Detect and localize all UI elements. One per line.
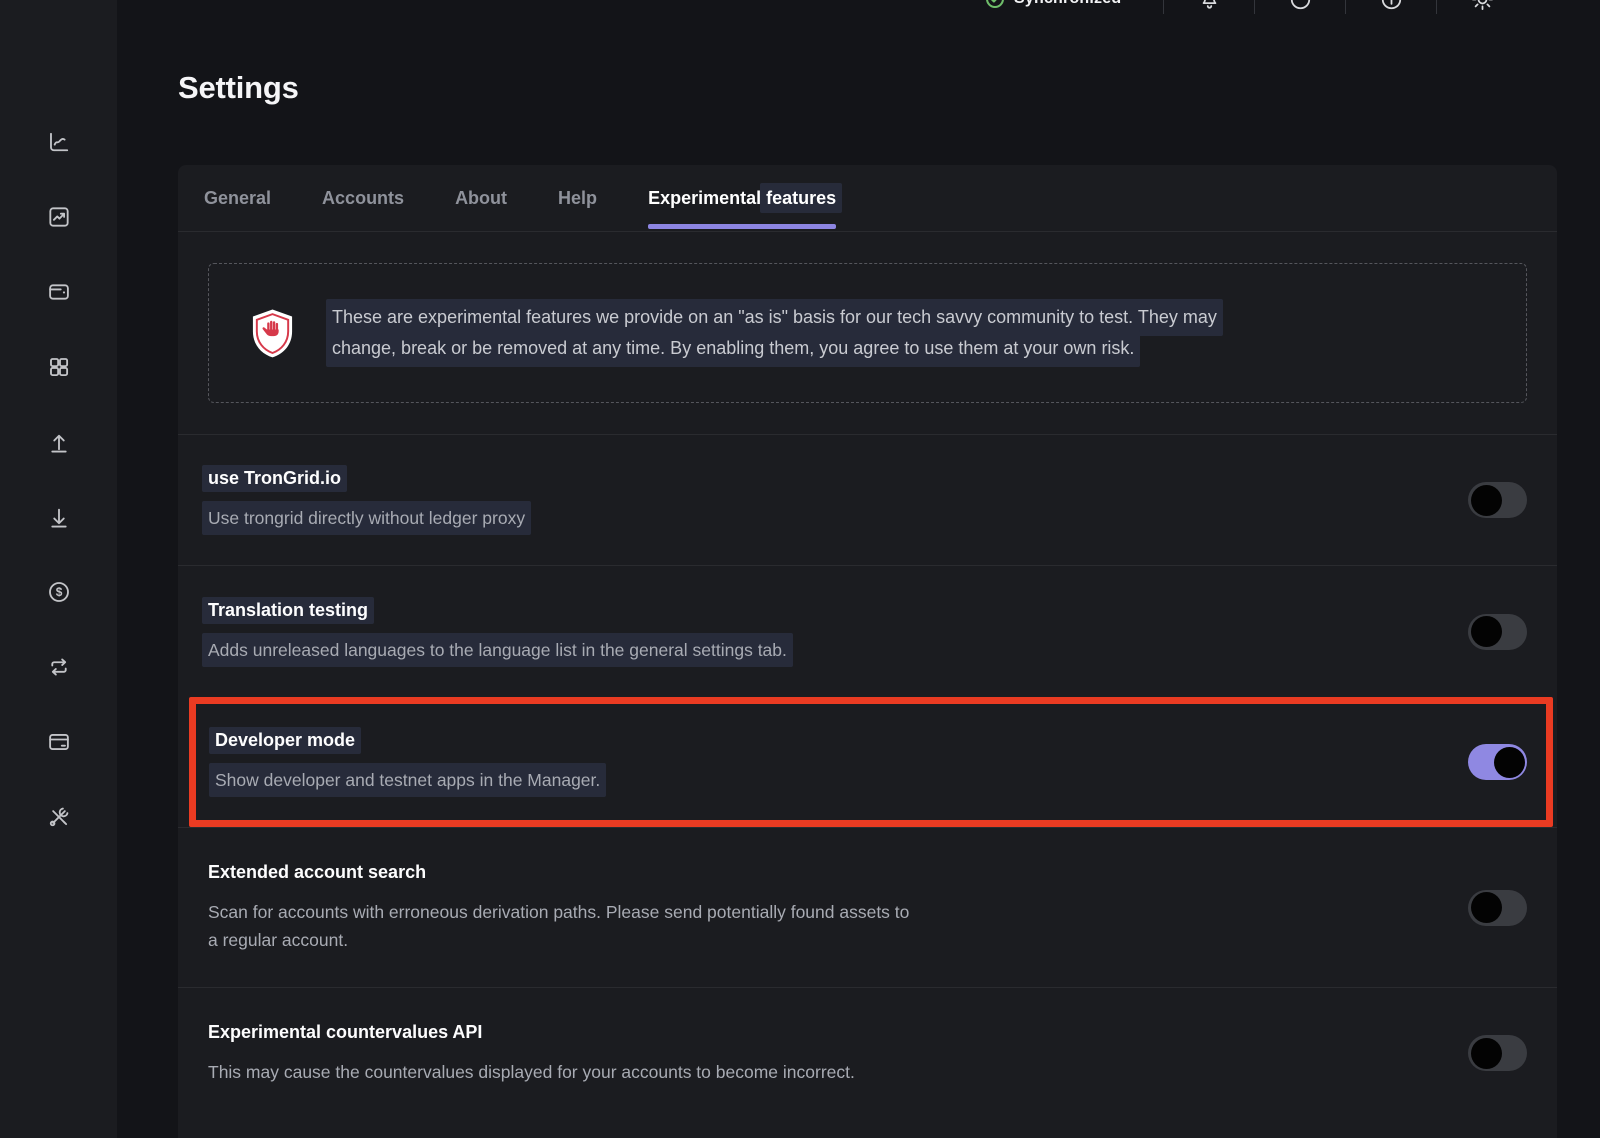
sidebar-item-swap[interactable] <box>46 654 72 680</box>
setting-description: Show developer and testnet apps in the M… <box>209 763 606 797</box>
sidebar: $ <box>0 0 117 1138</box>
countervalues-api-toggle[interactable] <box>1468 1035 1527 1071</box>
setting-title: Developer mode <box>209 727 361 754</box>
setting-row-developer-mode: Developer mode Show developer and testne… <box>189 697 1553 827</box>
svg-text:$: $ <box>55 585 62 599</box>
setting-description: This may cause the countervalues display… <box>208 1058 855 1086</box>
developer-mode-toggle[interactable] <box>1468 744 1527 780</box>
setting-title: use TronGrid.io <box>202 465 347 492</box>
help-button[interactable] <box>1346 0 1436 12</box>
page-title: Settings <box>178 70 299 106</box>
settings-rows: use TronGrid.io Use trongrid directly wi… <box>178 434 1557 1138</box>
sidebar-item-portfolio[interactable] <box>46 129 72 155</box>
notifications-button[interactable] <box>1164 0 1254 12</box>
toggle-knob <box>1471 1038 1502 1069</box>
sidebar-item-accounts[interactable] <box>46 279 72 305</box>
settings-panel: General Accounts About Help Experimental… <box>178 165 1557 1138</box>
tab-label-highlighted: features <box>760 183 842 213</box>
toggle-knob <box>1471 485 1502 516</box>
toggle-knob <box>1471 616 1502 647</box>
toggle-knob <box>1471 892 1502 923</box>
sidebar-item-send[interactable] <box>46 429 72 455</box>
experimental-warning-text: These are experimental features we provi… <box>332 302 1217 364</box>
settings-gear-icon <box>1470 0 1495 12</box>
experimental-warning-section: These are experimental features we provi… <box>178 232 1557 434</box>
setting-row-extended-account-search: Extended account search Scan for account… <box>178 827 1557 987</box>
setting-description: Use trongrid directly without ledger pro… <box>202 501 531 535</box>
discreet-mode-icon <box>1288 0 1313 12</box>
setting-row-countervalues-api: Experimental countervalues API This may … <box>178 987 1557 1138</box>
setting-row-trongrid: use TronGrid.io Use trongrid directly wi… <box>178 434 1557 565</box>
setting-row-translation-testing: Translation testing Adds unreleased lang… <box>178 565 1557 697</box>
setting-text: Experimental countervalues API This may … <box>208 1022 855 1086</box>
setting-title: Experimental countervalues API <box>208 1022 482 1043</box>
tab-general[interactable]: General <box>204 188 271 209</box>
tab-label-prefix: Experimental <box>648 188 766 208</box>
receive-icon <box>46 504 72 530</box>
extended-account-search-toggle[interactable] <box>1468 890 1527 926</box>
market-trend-icon <box>46 204 72 230</box>
swap-icon <box>46 654 72 680</box>
setting-text: Extended account search Scan for account… <box>208 862 909 954</box>
shield-hand-icon <box>249 308 296 359</box>
discreet-mode-button[interactable] <box>1255 0 1345 12</box>
sync-status[interactable]: Synchronized <box>985 0 1121 9</box>
tab-accounts[interactable]: Accounts <box>322 188 404 209</box>
sidebar-item-my-ledger[interactable] <box>46 804 72 830</box>
sidebar-item-receive[interactable] <box>46 504 72 530</box>
sidebar-item-market[interactable] <box>46 204 72 230</box>
setting-description: Adds unreleased languages to the languag… <box>202 633 793 667</box>
sidebar-item-card[interactable] <box>46 729 72 755</box>
my-ledger-tools-icon <box>46 804 72 830</box>
sync-status-label: Synchronized <box>1014 0 1121 8</box>
tab-experimental-features[interactable]: Experimental features <box>648 188 836 209</box>
notifications-bell-icon <box>1197 0 1222 12</box>
warning-line-2: change, break or be removed at any time.… <box>326 330 1140 367</box>
settings-button[interactable] <box>1437 0 1527 12</box>
translation-testing-toggle[interactable] <box>1468 614 1527 650</box>
discover-grid-icon <box>46 354 72 380</box>
setting-text: Developer mode Show developer and testne… <box>215 730 600 794</box>
portfolio-chart-icon <box>46 129 72 155</box>
experimental-warning-box: These are experimental features we provi… <box>208 263 1527 403</box>
tab-help[interactable]: Help <box>558 188 597 209</box>
setting-description: Scan for accounts with erroneous derivat… <box>208 898 909 954</box>
topbar: Synchronized <box>985 0 1527 14</box>
settings-tabbar: General Accounts About Help Experimental… <box>178 165 1557 232</box>
setting-title: Extended account search <box>208 862 426 883</box>
setting-text: Translation testing Adds unreleased lang… <box>208 600 787 664</box>
toggle-knob <box>1494 747 1525 778</box>
sync-check-icon <box>985 0 1005 9</box>
sidebar-item-buy-sell[interactable]: $ <box>46 579 72 605</box>
setting-text: use TronGrid.io Use trongrid directly wi… <box>208 468 525 532</box>
accounts-wallet-icon <box>46 279 72 305</box>
help-info-icon <box>1379 0 1404 12</box>
buy-sell-dollar-icon: $ <box>46 579 72 605</box>
send-icon <box>46 429 72 455</box>
tab-about[interactable]: About <box>455 188 507 209</box>
card-icon <box>46 729 72 755</box>
sidebar-item-discover[interactable] <box>46 354 72 380</box>
setting-title: Translation testing <box>202 597 374 624</box>
trongrid-toggle[interactable] <box>1468 482 1527 518</box>
